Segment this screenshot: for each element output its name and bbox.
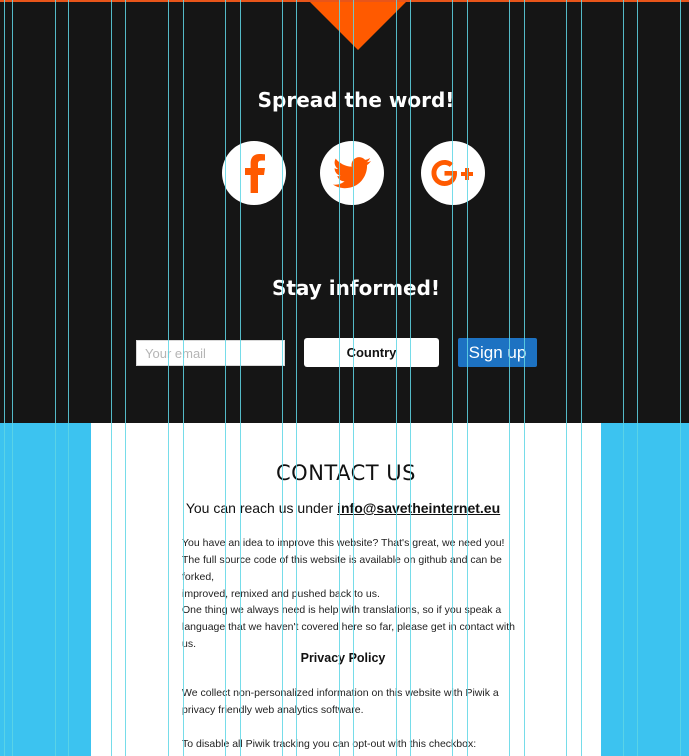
improve-paragraph: You have an idea to improve this website… <box>182 535 527 603</box>
contact-title: CONTACT US <box>276 461 416 485</box>
email-input[interactable] <box>136 340 285 366</box>
google-plus-icon <box>431 159 475 187</box>
paragraph-line: privacy friendly web analytics software. <box>182 704 364 716</box>
reach-us-text: You can reach us under <box>185 500 334 516</box>
paragraph-line: You have an idea to improve this website… <box>182 537 505 549</box>
signup-button[interactable]: Sign up <box>458 338 537 367</box>
paragraph-line: To disable all Piwik tracking you can op… <box>182 738 477 750</box>
twitter-share-button[interactable] <box>320 141 384 205</box>
optout-paragraph: To disable all Piwik tracking you can op… <box>182 736 527 753</box>
paragraph-line: improved, remixed and pushed back to us. <box>182 588 380 600</box>
share-section: Spread the word! Stay informed! Country … <box>0 0 689 423</box>
facebook-share-button[interactable] <box>222 141 286 205</box>
paragraph-line: We collect non-personalized information … <box>182 687 499 699</box>
paragraph-line: One thing we always need is help with tr… <box>182 604 502 616</box>
country-select-label: Country <box>346 345 397 360</box>
paragraph-line: language that we haven't covered here so… <box>182 621 515 650</box>
privacy-policy-title: Privacy Policy <box>300 651 386 665</box>
twitter-icon <box>333 157 371 189</box>
privacy-paragraph: We collect non-personalized information … <box>182 685 527 719</box>
translations-paragraph: One thing we always need is help with tr… <box>182 602 527 653</box>
facebook-icon <box>242 153 266 193</box>
stay-informed-heading: Stay informed! <box>271 276 441 300</box>
contact-panel: CONTACT US You can reach us under info@s… <box>91 423 601 756</box>
googleplus-share-button[interactable] <box>421 141 485 205</box>
country-select[interactable]: Country <box>304 338 439 367</box>
spread-heading: Spread the word! <box>257 88 455 112</box>
reach-us-line: You can reach us under info@savetheinter… <box>91 500 595 516</box>
contact-email-link[interactable]: info@savetheinternet.eu <box>337 500 500 516</box>
orange-tab-decoration <box>310 2 406 50</box>
contact-section: CONTACT US You can reach us under info@s… <box>0 423 689 756</box>
paragraph-line: The full source code of this website is … <box>182 554 502 583</box>
